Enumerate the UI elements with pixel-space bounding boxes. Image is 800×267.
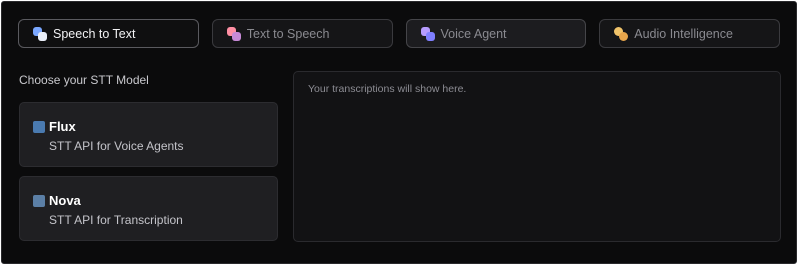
tab-audio-intelligence[interactable]: Audio Intelligence bbox=[599, 19, 780, 48]
waveform-icon bbox=[33, 121, 45, 133]
transcription-placeholder: Your transcriptions will show here. bbox=[308, 83, 467, 95]
mode-tabs: Speech to Text Text to Speech Voice Agen… bbox=[18, 19, 780, 48]
brain-icon bbox=[614, 26, 629, 41]
transcription-output: Your transcriptions will show here. bbox=[293, 71, 781, 242]
model-name: Flux bbox=[49, 119, 76, 134]
tab-speech-to-text[interactable]: Speech to Text bbox=[18, 19, 199, 48]
app-window: Speech to Text Text to Speech Voice Agen… bbox=[1, 1, 797, 264]
voice-agent-icon bbox=[420, 26, 435, 41]
model-card-flux[interactable]: Flux STT API for Voice Agents bbox=[19, 102, 278, 167]
tab-label: Audio Intelligence bbox=[634, 26, 733, 41]
model-card-nova[interactable]: Nova STT API for Transcription bbox=[19, 176, 278, 241]
model-name: Nova bbox=[49, 193, 81, 208]
tab-text-to-speech[interactable]: Text to Speech bbox=[211, 19, 393, 48]
model-description: STT API for Transcription bbox=[49, 213, 183, 227]
document-icon bbox=[33, 195, 45, 207]
tab-label: Text to Speech bbox=[246, 26, 330, 41]
tab-label: Speech to Text bbox=[53, 26, 136, 41]
tab-label: Voice Agent bbox=[440, 26, 507, 41]
model-section-title: Choose your STT Model bbox=[19, 73, 149, 87]
model-description: STT API for Voice Agents bbox=[49, 139, 184, 153]
tab-voice-agent[interactable]: Voice Agent bbox=[405, 19, 587, 48]
text-to-speech-icon bbox=[226, 26, 241, 41]
speech-to-text-icon bbox=[33, 26, 47, 41]
